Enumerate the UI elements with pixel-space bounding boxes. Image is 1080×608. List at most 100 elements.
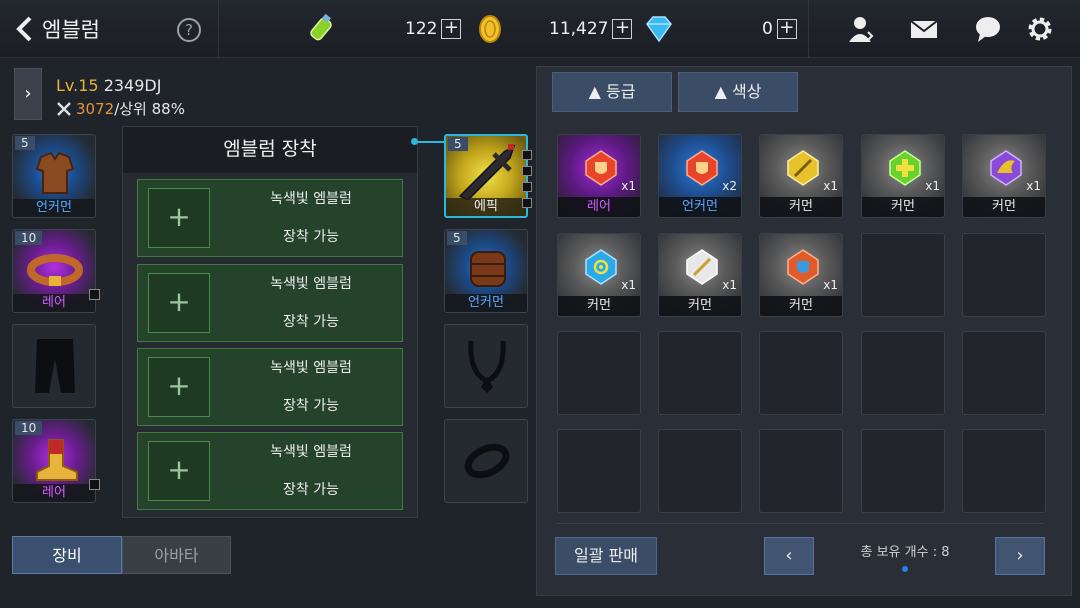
inventory-empty-slot[interactable] [861,233,945,317]
rank-value: /상위 88% [114,100,185,118]
equip-slot-boots[interactable]: 10 레어 [12,419,96,503]
item-rarity: 커먼 [862,197,944,217]
inventory-empty-slot[interactable] [759,429,843,513]
mail-icon[interactable] [908,14,940,44]
emblem-slot-type: 녹색빛 엠블럼 [270,276,352,292]
inventory-empty-slot[interactable] [557,331,641,415]
inventory-empty-slot[interactable] [658,429,742,513]
emblem-slot[interactable]: + 녹색빛 엠블럼 장착 가능 [137,264,403,342]
next-page-button[interactable]: › [995,537,1045,575]
page-title: 엠블럼 [42,18,100,42]
item-count: x1 [722,278,737,292]
item-count: x1 [823,278,838,292]
inventory-item[interactable]: x1 커먼 [759,233,843,317]
equip-slot-gloves[interactable]: 5 언커먼 [444,229,528,313]
yellow-sword-gem-icon [787,150,819,186]
diamond-icon [646,16,672,43]
socket-indicator [522,150,532,160]
add-emblem-button[interactable]: + [148,357,210,417]
emblem-slot[interactable]: + 녹색빛 엠블럼 장착 가능 [137,179,403,257]
expand-character-button[interactable]: › [14,68,42,120]
add-diamond-button[interactable]: + [776,19,797,39]
inventory-empty-slot[interactable] [658,331,742,415]
inventory-empty-slot[interactable] [861,429,945,513]
inventory-item[interactable]: x1 레어 [557,134,641,218]
item-rarity: 커먼 [558,296,640,316]
item-rarity: 레어 [558,197,640,217]
inventory-item[interactable]: x1 커먼 [658,233,742,317]
inventory-empty-slot[interactable] [861,331,945,415]
red-shield-gem-icon [686,150,718,186]
inventory-empty-slot[interactable] [557,429,641,513]
inventory-item[interactable]: x1 커먼 [759,134,843,218]
add-gold-button[interactable]: + [612,19,633,39]
tab-equipment[interactable]: 장비 [12,536,122,574]
top-bar: 엠블럼 ? 122 + 11,427 + 0 + [0,0,1080,58]
add-emblem-button[interactable]: + [148,441,210,501]
energy-potion-icon [310,14,332,41]
help-button[interactable]: ? [177,18,201,42]
equip-slot-armor[interactable]: 5 언커먼 [12,134,96,218]
divider [556,523,1044,524]
tab-avatar[interactable]: 아바타 [122,536,231,574]
inventory-item[interactable]: x1 커먼 [557,233,641,317]
emblem-slot-status: 장착 가능 [283,398,339,414]
item-count: x1 [925,179,940,193]
inventory-empty-slot[interactable] [962,331,1046,415]
character-name: 2349DJ [103,76,162,95]
connector-line [416,141,446,143]
equip-slot-belt[interactable]: 10 레어 [12,229,96,313]
item-count: x1 [621,278,636,292]
emblem-slot-status: 장착 가능 [283,314,339,330]
lock-indicator [89,479,100,490]
inventory-empty-slot[interactable] [962,233,1046,317]
filter-color-button[interactable]: ▲ 색상 [678,72,798,112]
equip-slot-necklace[interactable] [444,324,528,408]
total-count: 총 보유 개수 : 8 [860,545,950,560]
green-cross-gem-icon [889,150,921,186]
slot-level: 5 [447,231,467,245]
equip-slot-pants[interactable] [12,324,96,408]
inventory-item[interactable]: x1 커먼 [962,134,1046,218]
item-rarity: 커먼 [760,197,842,217]
power-value: 3072 [76,99,115,118]
add-emblem-button[interactable]: + [148,273,210,333]
friends-icon[interactable] [846,14,878,44]
socket-indicator [522,166,532,176]
filter-grade-button[interactable]: ▲ 등급 [552,72,672,112]
emblem-slot-status: 장착 가능 [283,482,339,498]
add-emblem-button[interactable]: + [148,188,210,248]
inventory-item[interactable]: x1 커먼 [861,134,945,218]
gold-coin-icon [479,15,501,43]
equip-slot-weapon[interactable]: 5 에픽 [444,134,528,218]
item-count: x1 [823,179,838,193]
slot-level: 5 [15,136,35,150]
slot-rarity: 레어 [13,484,95,502]
red-blue-shield-gem-icon [787,249,819,285]
character-level-name: Lv.15 2349DJ [56,76,161,95]
add-energy-button[interactable]: + [441,19,462,39]
inventory-item[interactable]: x2 언커먼 [658,134,742,218]
divider [808,0,809,58]
item-count: x1 [621,179,636,193]
slot-rarity: 레어 [13,294,95,312]
emblem-slot[interactable]: + 녹색빛 엠블럼 장착 가능 [137,432,403,510]
item-rarity: 언커먼 [659,197,741,217]
settings-icon[interactable] [1024,14,1056,44]
back-button[interactable]: 엠블럼 [14,12,124,46]
currency-diamond: 0 + [762,14,797,44]
prev-page-button[interactable]: ‹ [764,537,814,575]
greatsword-icon [458,144,516,200]
slot-level: 10 [15,421,43,435]
inventory-empty-slot[interactable] [962,429,1046,513]
inventory-empty-slot[interactable] [759,331,843,415]
equip-slot-ring[interactable] [444,419,528,503]
emblem-slot[interactable]: + 녹색빛 엠블럼 장착 가능 [137,348,403,426]
item-rarity: 커먼 [760,296,842,316]
sell-all-button[interactable]: 일괄 판매 [555,537,657,575]
necklace-silhouette-icon [468,340,506,393]
purple-wing-gem-icon [990,150,1022,186]
item-rarity: 커먼 [659,296,741,316]
chat-icon[interactable] [972,14,1004,44]
belt-icon [27,254,83,286]
